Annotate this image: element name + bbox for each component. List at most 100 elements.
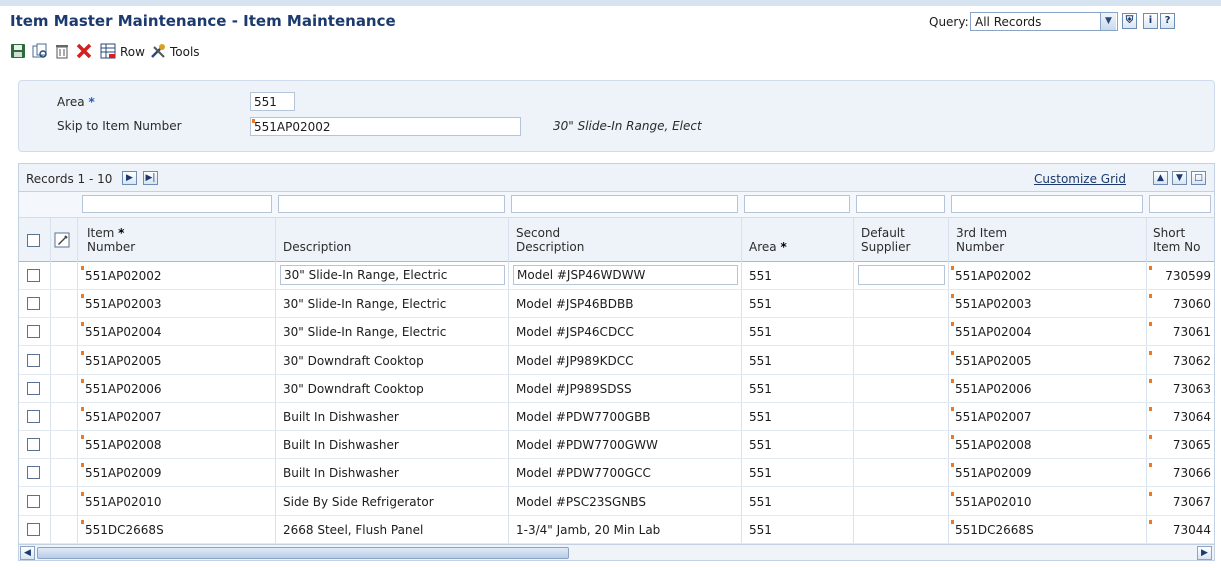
cell-item-number[interactable]: 551DC2668S <box>85 523 164 537</box>
cell-second-description[interactable]: Model #PSC23SGNBS <box>516 495 646 509</box>
cell-third-item-number[interactable]: 551AP02002 <box>955 269 1032 283</box>
cell-second-description[interactable]: Model #PDW7700GBB <box>516 410 651 424</box>
cell-third-item-number[interactable]: 551DC2668S <box>955 523 1034 537</box>
row-checkbox[interactable] <box>27 522 40 536</box>
cell-short-item-no[interactable]: 73064 <box>1173 410 1211 424</box>
filter-area[interactable] <box>744 195 850 213</box>
import-icon[interactable]: ▼ <box>1172 171 1187 185</box>
column-description[interactable]: Description <box>283 240 351 254</box>
cell-description[interactable]: 30" Downdraft Cooktop <box>283 354 424 368</box>
cell-short-item-no[interactable]: 73060 <box>1173 297 1211 311</box>
cell-short-item-no[interactable]: 73063 <box>1173 382 1211 396</box>
cell-second-description[interactable]: Model #JP989KDCC <box>516 354 633 368</box>
cell-second-description-input[interactable]: Model #JSP46WDWW <box>513 265 738 285</box>
cell-item-number[interactable]: 551AP02010 <box>85 495 162 509</box>
cell-second-description[interactable]: Model #JP989SDSS <box>516 382 632 396</box>
cell-item-number[interactable]: 551AP02004 <box>85 325 162 339</box>
filter-description[interactable] <box>278 195 505 213</box>
cell-item-number[interactable]: 551AP02009 <box>85 466 162 480</box>
copy-icon[interactable] <box>32 43 48 59</box>
cell-short-item-no[interactable]: 73066 <box>1173 466 1211 480</box>
cell-description[interactable]: Side By Side Refrigerator <box>283 495 434 509</box>
cell-third-item-number[interactable]: 551AP02010 <box>955 495 1032 509</box>
delete-icon[interactable] <box>54 43 70 59</box>
table-row[interactable]: 551AP02009 Built In Dishwasher Model #PDW7… <box>19 459 1214 488</box>
cell-third-item-number[interactable]: 551AP02003 <box>955 297 1032 311</box>
area-input[interactable]: 551 <box>250 92 295 111</box>
maximize-icon[interactable]: □ <box>1191 171 1206 185</box>
row-checkbox[interactable] <box>27 466 40 480</box>
tools-icon[interactable] <box>150 43 166 59</box>
cell-second-description[interactable]: 1-3/4" Jamb, 20 Min Lab <box>516 523 660 537</box>
row-checkbox[interactable] <box>27 410 40 423</box>
cell-third-item-number[interactable]: 551AP02008 <box>955 438 1032 452</box>
query-select[interactable]: All Records <box>970 12 1118 31</box>
row-checkbox[interactable] <box>27 269 40 282</box>
table-row[interactable]: 551AP02005 30" Downdraft Cooktop Model #JP… <box>19 347 1214 375</box>
cell-default-supplier-input[interactable] <box>858 265 945 285</box>
row-checkbox[interactable] <box>27 381 40 395</box>
cell-third-item-number[interactable]: 551AP02007 <box>955 410 1032 424</box>
cell-item-number[interactable]: 551AP02003 <box>85 297 162 311</box>
row-checkbox[interactable] <box>27 297 40 311</box>
cell-area[interactable]: 551 <box>749 269 772 283</box>
table-row[interactable]: 551DC2668S 2668 Steel, Flush Panel 1-3/4" … <box>19 516 1214 544</box>
skip-to-item-input[interactable]: 551AP02002 <box>250 117 521 136</box>
cell-second-description[interactable]: Model #PDW7700GWW <box>516 438 658 452</box>
cell-second-description[interactable]: Model #JSP46BDBB <box>516 297 634 311</box>
row-checkbox[interactable] <box>27 494 40 508</box>
column-area[interactable]: Area * <box>749 240 787 254</box>
cell-area[interactable]: 551 <box>749 495 772 509</box>
filter-second-description[interactable] <box>511 195 738 213</box>
cell-area[interactable]: 551 <box>749 325 772 339</box>
column-third-item-number[interactable]: 3rd Item Number <box>956 226 1007 254</box>
cell-description[interactable]: Built In Dishwasher <box>283 410 399 424</box>
table-row[interactable]: 551AP02006 30" Downdraft Cooktop Model #JP… <box>19 375 1214 403</box>
cell-description[interactable]: Built In Dishwasher <box>283 438 399 452</box>
table-row[interactable]: 551AP02008 Built In Dishwasher Model #PDW7… <box>19 431 1214 460</box>
save-icon[interactable] <box>10 43 26 59</box>
cell-area[interactable]: 551 <box>749 297 772 311</box>
cell-description[interactable]: 30" Slide-In Range, Electric <box>283 325 446 339</box>
cell-short-item-no[interactable]: 73044 <box>1173 523 1211 537</box>
chevron-down-icon[interactable]: ▼ <box>1100 13 1116 30</box>
cell-description[interactable]: 30" Downdraft Cooktop <box>283 382 424 396</box>
column-second-description[interactable]: Second Description <box>516 226 584 254</box>
row-menu[interactable]: Row <box>120 43 145 61</box>
help-icon[interactable]: ? <box>1160 13 1175 29</box>
cell-third-item-number[interactable]: 551AP02005 <box>955 354 1032 368</box>
cell-short-item-no[interactable]: 73065 <box>1173 438 1211 452</box>
cell-short-item-no[interactable]: 730599 <box>1165 269 1211 283</box>
table-row[interactable]: 551AP02004 30" Slide-In Range, Electric Mo… <box>19 318 1214 347</box>
cell-item-number[interactable]: 551AP02008 <box>85 438 162 452</box>
filter-short-item-no[interactable] <box>1149 195 1211 213</box>
last-icon[interactable]: ▶| <box>143 171 158 185</box>
cell-description-input[interactable]: 30" Slide-In Range, Electric <box>280 265 505 285</box>
cell-third-item-number[interactable]: 551AP02004 <box>955 325 1032 339</box>
tools-menu[interactable]: Tools <box>170 43 200 61</box>
cell-short-item-no[interactable]: 73062 <box>1173 354 1211 368</box>
column-item-number[interactable]: Item * Number <box>87 226 135 254</box>
cancel-icon[interactable] <box>76 43 92 59</box>
filter-item-number[interactable] <box>82 195 272 213</box>
customize-grid-link[interactable]: Customize Grid <box>1034 172 1126 186</box>
column-default-supplier[interactable]: Default Supplier <box>861 226 910 254</box>
cell-description[interactable]: 2668 Steel, Flush Panel <box>283 523 423 537</box>
cell-area[interactable]: 551 <box>749 523 772 537</box>
info-icon[interactable]: i <box>1143 13 1158 29</box>
cell-description[interactable]: 30" Slide-In Range, Electric <box>283 297 446 311</box>
cell-area[interactable]: 551 <box>749 466 772 480</box>
cell-third-item-number[interactable]: 551AP02006 <box>955 382 1032 396</box>
cell-second-description[interactable]: Model #PDW7700GCC <box>516 466 651 480</box>
filter-third-item-number[interactable] <box>951 195 1143 213</box>
table-row[interactable]: 551AP02010 Side By Side Refrigerator Model… <box>19 488 1214 516</box>
cell-item-number[interactable]: 551AP02007 <box>85 410 162 424</box>
horizontal-scrollbar[interactable]: ◀ ▶ <box>19 544 1214 560</box>
cell-area[interactable]: 551 <box>749 354 772 368</box>
cell-description[interactable]: Built In Dishwasher <box>283 466 399 480</box>
scrollbar-thumb[interactable] <box>37 547 569 559</box>
attachment-icon[interactable] <box>54 232 70 248</box>
scroll-right-icon[interactable]: ▶ <box>1197 546 1212 560</box>
cell-item-number[interactable]: 551AP02006 <box>85 382 162 396</box>
cell-short-item-no[interactable]: 73061 <box>1173 325 1211 339</box>
